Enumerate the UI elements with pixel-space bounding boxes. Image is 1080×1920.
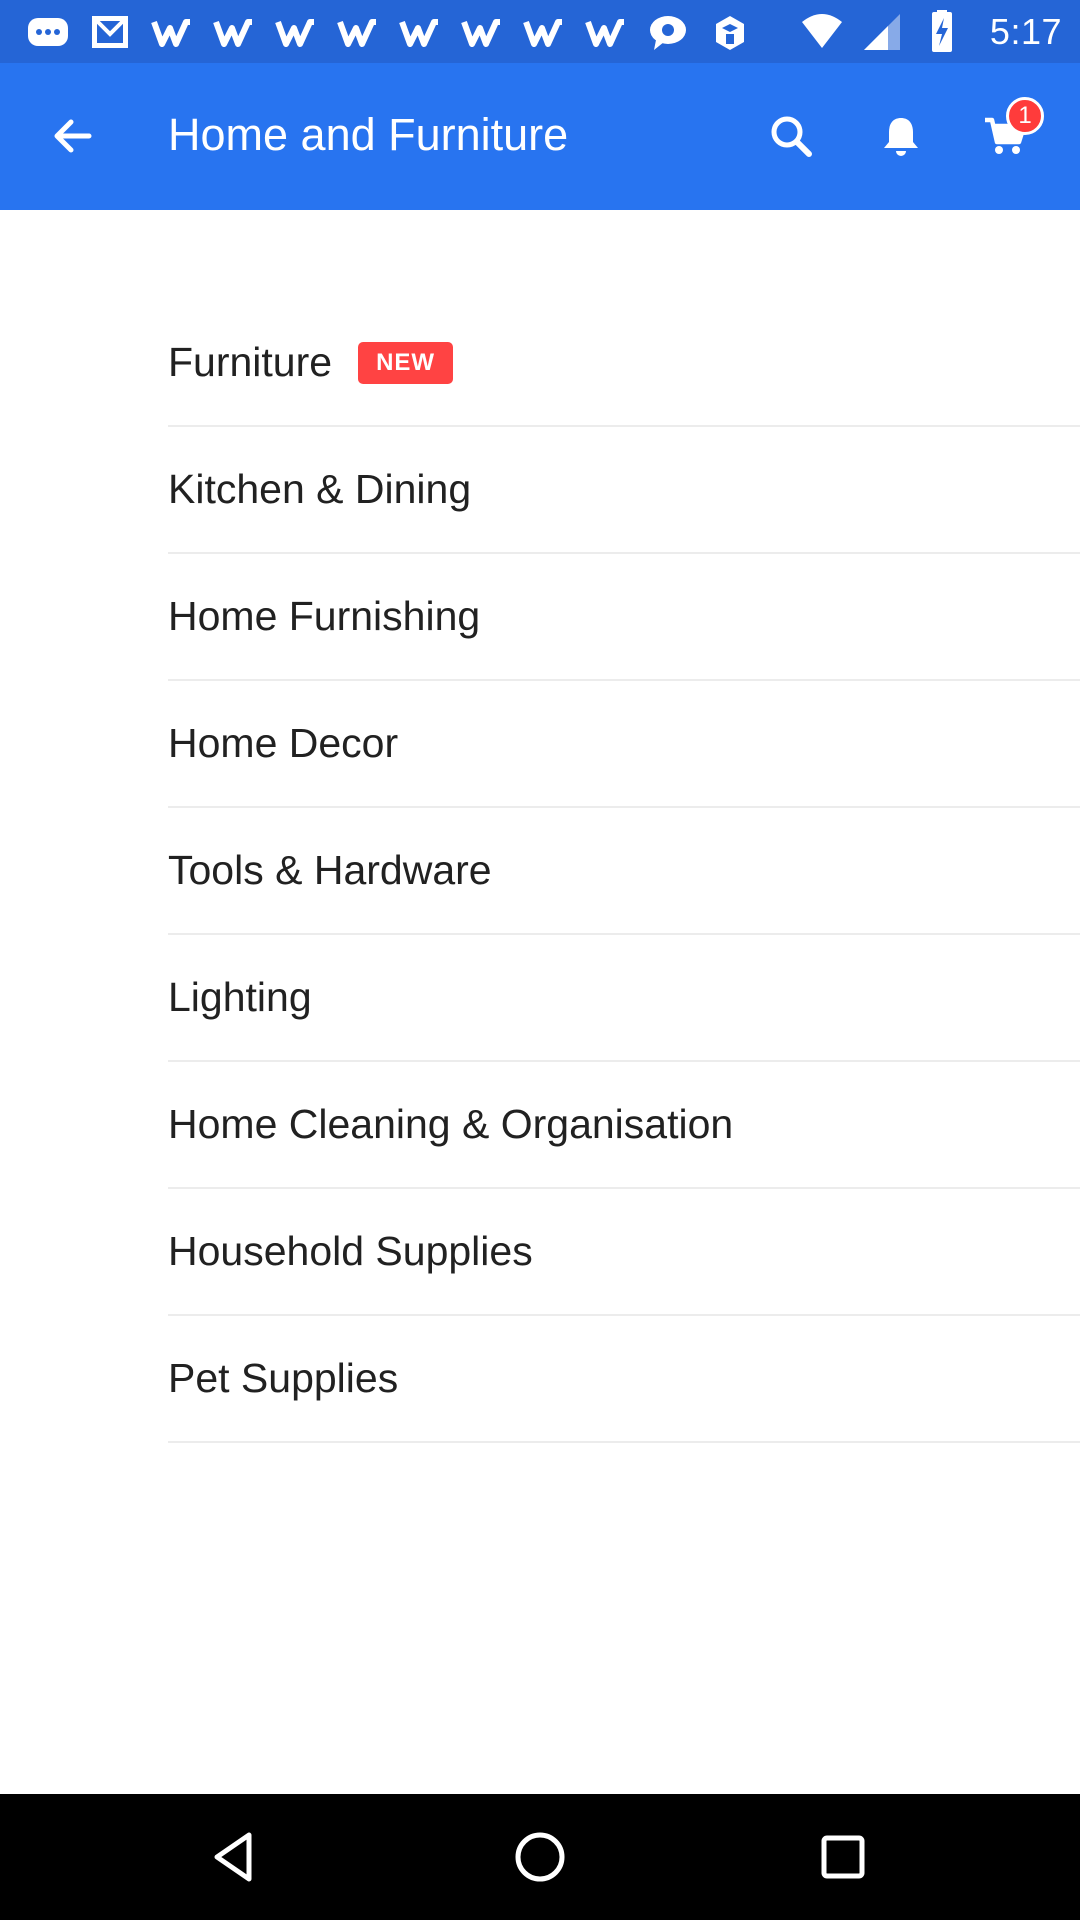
signal-icon (860, 10, 904, 54)
category-item-home-decor[interactable]: Home Decor (168, 681, 1080, 808)
cart-count-badge: 1 (1006, 97, 1044, 135)
recents-square-icon (821, 1835, 865, 1879)
category-label: Home Decor (168, 720, 399, 766)
back-arrow-icon (54, 119, 92, 153)
category-label: Household Supplies (168, 1228, 533, 1274)
bell-icon (884, 118, 918, 156)
messenger-icon (26, 10, 70, 54)
w-app-icon (274, 10, 318, 54)
w-app-icon (460, 10, 504, 54)
battery-charging-icon (920, 9, 964, 54)
category-label: Lighting (168, 974, 312, 1020)
w-app-icon (584, 10, 628, 54)
search-icon (771, 116, 812, 157)
category-label: Pet Supplies (168, 1355, 399, 1401)
category-label: Furniture (168, 339, 333, 385)
category-item-home-cleaning[interactable]: Home Cleaning & Organisation (168, 1062, 1080, 1189)
notification-icons (26, 0, 752, 63)
notifications-button[interactable] (866, 101, 936, 171)
category-item-kitchen-dining[interactable]: Kitchen & Dining (168, 427, 1080, 554)
page-title: Home and Furniture (168, 109, 569, 160)
nav-home-button[interactable] (505, 1822, 575, 1892)
new-badge: NEW (358, 341, 454, 384)
chat-icon (646, 10, 690, 54)
category-item-home-furnishing[interactable]: Home Furnishing (168, 554, 1080, 681)
status-bar: 5:17 (0, 0, 1080, 63)
myntra-icon (708, 10, 752, 54)
category-item-pet-supplies[interactable]: Pet Supplies (168, 1316, 1080, 1443)
app-bar: Home and Furniture 1 (0, 63, 1080, 210)
screen: 5:17 Home and Furniture 1 Furniture NEW … (0, 0, 1080, 1920)
category-label: Tools & Hardware (168, 847, 492, 893)
status-time: 5:17 (989, 10, 1062, 52)
nav-recents-button[interactable] (808, 1822, 878, 1892)
w-app-icon (336, 10, 380, 54)
category-label: Kitchen & Dining (168, 466, 472, 512)
home-circle-icon (515, 1832, 565, 1882)
category-item-tools-hardware[interactable]: Tools & Hardware (168, 808, 1080, 935)
w-app-icon (398, 10, 442, 54)
category-item-furniture[interactable]: Furniture NEW (168, 300, 1080, 427)
w-app-icon (522, 10, 566, 54)
nav-back-button[interactable] (200, 1822, 270, 1892)
w-app-icon (212, 10, 256, 54)
back-button[interactable] (38, 101, 108, 171)
category-item-household-supplies[interactable]: Household Supplies (168, 1189, 1080, 1316)
w-app-icon (150, 10, 194, 54)
back-triangle-icon (214, 1832, 252, 1882)
navigation-bar (0, 1794, 1080, 1920)
wifi-icon (800, 10, 844, 54)
gmail-icon (88, 10, 132, 54)
category-item-lighting[interactable]: Lighting (168, 935, 1080, 1062)
system-icons: 5:17 (800, 9, 1062, 54)
category-label: Home Furnishing (168, 593, 481, 639)
category-list: Furniture NEW Kitchen & Dining Home Furn… (168, 300, 1080, 1443)
search-button[interactable] (756, 101, 826, 171)
category-label: Home Cleaning & Organisation (168, 1101, 734, 1147)
